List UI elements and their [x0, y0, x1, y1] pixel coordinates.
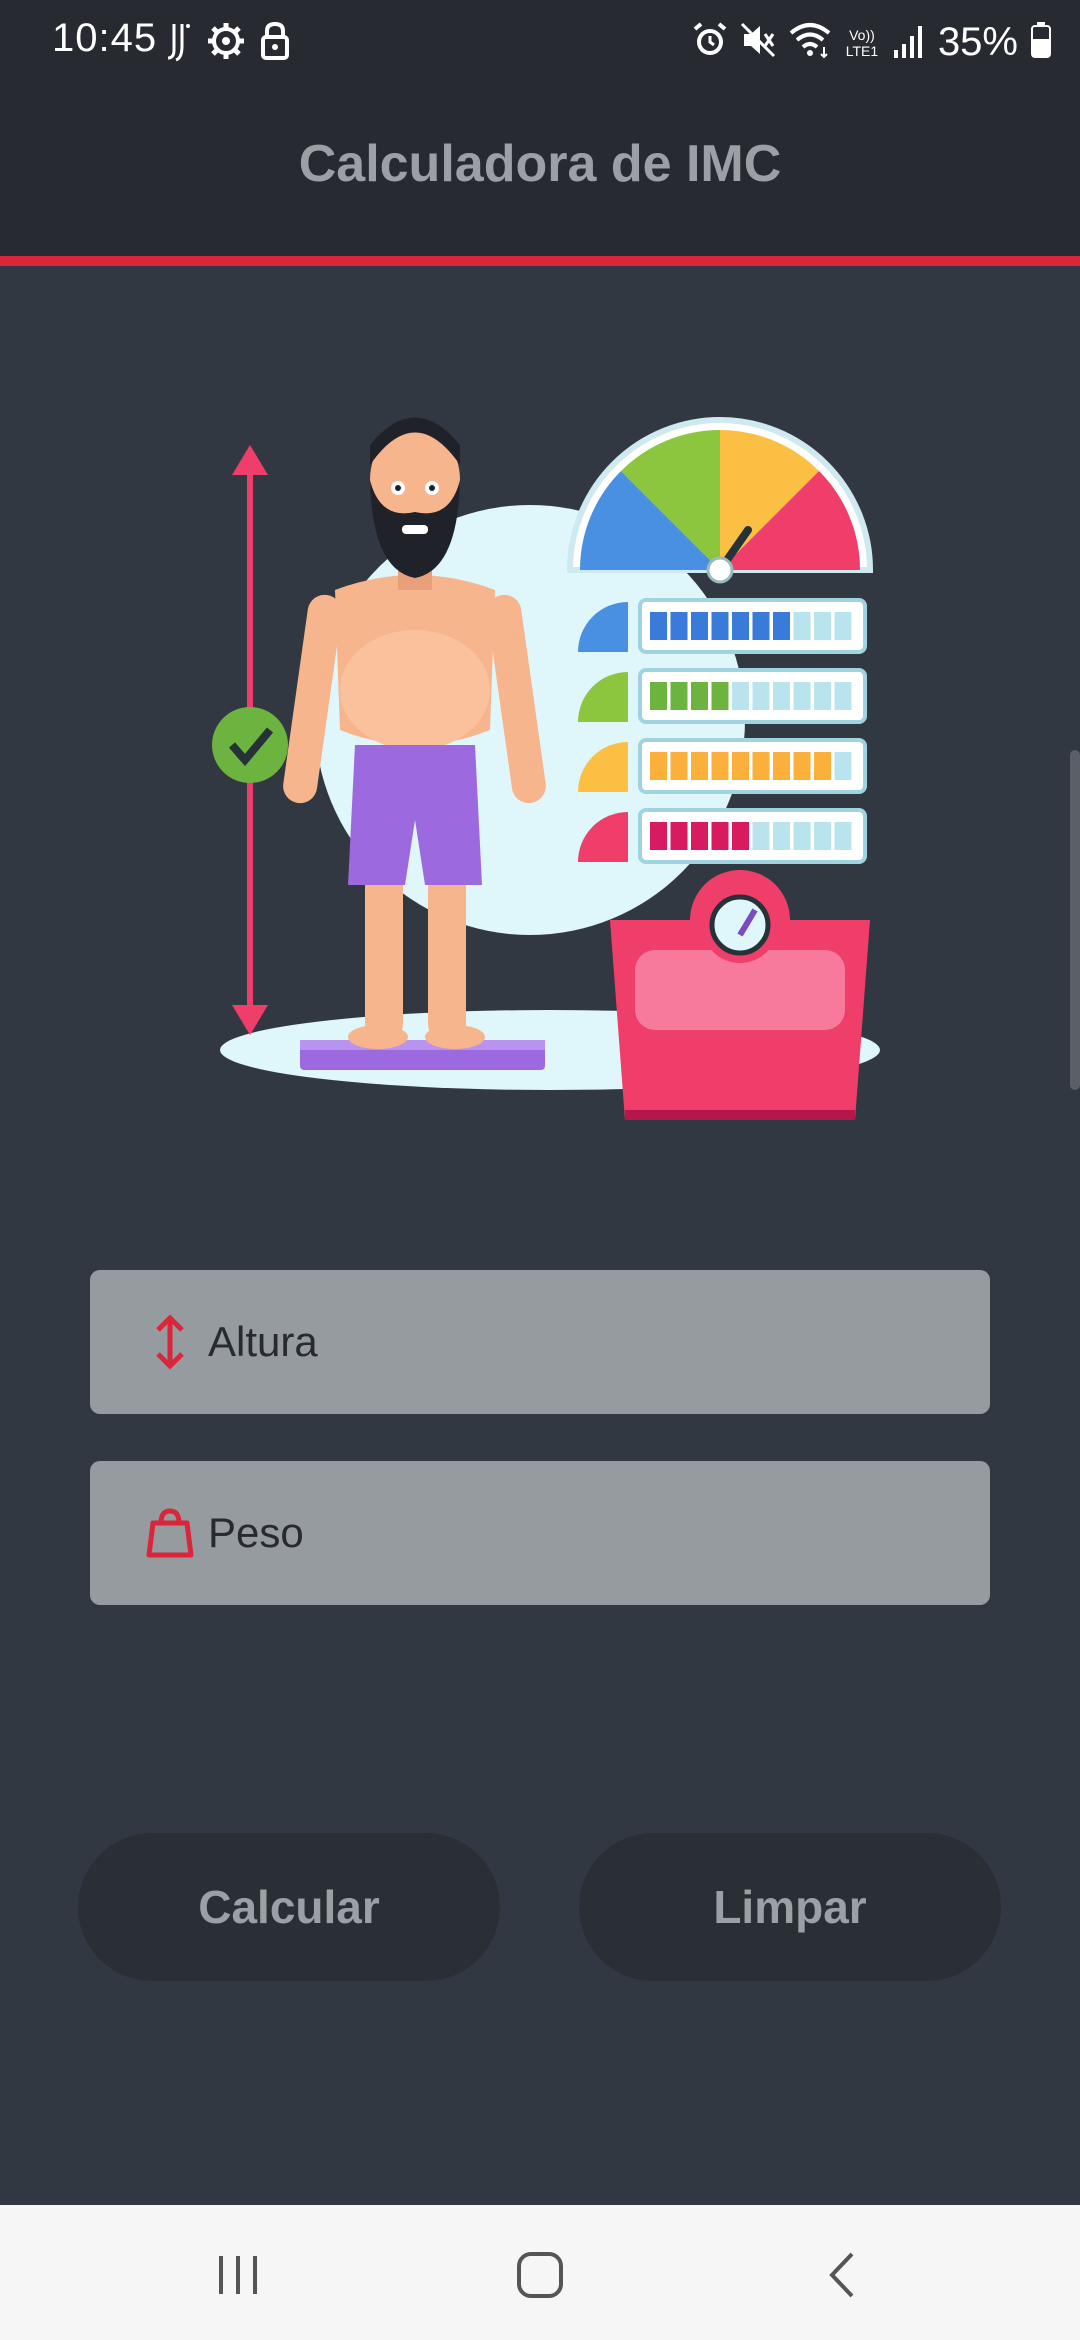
level-bar-cell — [814, 682, 831, 710]
calculate-button[interactable]: Calcular — [78, 1833, 500, 1981]
level-bar-cell — [650, 752, 667, 780]
level-bar-cell — [773, 822, 790, 850]
page-title: Calculadora de IMC — [298, 135, 782, 193]
level-bar-cell — [773, 612, 790, 640]
level-bar-cell — [814, 822, 831, 850]
level-bar-cell — [670, 682, 688, 710]
level-bar-cell — [773, 682, 790, 710]
level-bar-cell — [732, 612, 749, 640]
bmi-illustration — [200, 400, 900, 1124]
level-bar-cell — [691, 682, 708, 710]
scrollbar[interactable] — [1070, 750, 1080, 1090]
level-bar-cell — [691, 612, 708, 640]
status-right-icons: Vo)) LTE1 35% — [692, 20, 1052, 65]
mute-icon — [740, 21, 776, 64]
level-bar-cell — [814, 612, 831, 640]
status-left-icons — [166, 20, 290, 67]
level-bar-cell — [650, 612, 667, 640]
battery-percent: 35% — [937, 20, 1018, 64]
level-bar-cell — [691, 752, 708, 780]
app-bar-accent-line — [0, 256, 1080, 266]
level-bar-cell — [691, 822, 708, 850]
alarm-icon — [692, 21, 728, 64]
level-bar-cell — [711, 682, 729, 710]
vertical-arrows-icon — [140, 1312, 200, 1372]
weight-input[interactable]: Peso — [90, 1461, 990, 1605]
level-bar-cell — [711, 612, 729, 640]
level-bar-cell — [793, 682, 811, 710]
level-bar-cell — [752, 752, 770, 780]
height-placeholder: Altura — [208, 1318, 318, 1365]
level-bar-cell — [834, 822, 852, 850]
level-bar-cell — [670, 612, 688, 640]
level-bar-cell — [732, 682, 749, 710]
screen: 10:45 Vo)) LTE1 35% Calculadora de IMC A… — [0, 0, 1080, 2340]
app-bar: Calculadora de IMC — [0, 84, 1080, 256]
system-nav-bar — [0, 2205, 1080, 2340]
level-bar-cell — [793, 612, 811, 640]
battery-icon — [1030, 21, 1052, 64]
level-bar-cell — [752, 682, 770, 710]
level-bar-cell — [732, 752, 749, 780]
recent-apps-icon[interactable] — [198, 2235, 278, 2315]
level-bar-cell — [711, 752, 729, 780]
settings-gear-icon — [206, 21, 246, 66]
level-bar-cell — [834, 612, 852, 640]
lock-icon — [260, 21, 290, 66]
status-bar: 10:45 Vo)) LTE1 35% — [0, 0, 1080, 84]
height-input[interactable]: Altura — [90, 1270, 990, 1414]
weight-bag-icon — [140, 1503, 200, 1563]
level-bar-cell — [650, 682, 667, 710]
status-time: 10:45 — [52, 16, 158, 60]
level-bar-cell — [670, 822, 688, 850]
level-bar-cell — [773, 752, 790, 780]
level-bar-cell — [793, 752, 811, 780]
level-bar-cell — [732, 822, 749, 850]
level-bar-cell — [711, 822, 729, 850]
home-icon[interactable] — [500, 2235, 580, 2315]
clear-button[interactable]: Limpar — [579, 1833, 1001, 1981]
wifi-icon — [788, 21, 832, 64]
level-bar-cell — [834, 752, 852, 780]
level-bar-cell — [752, 612, 770, 640]
signal-icon — [892, 22, 926, 63]
level-bar-cell — [670, 752, 688, 780]
height-arrow-icon — [212, 445, 288, 1035]
handwriting-icon — [166, 20, 192, 67]
level-bar-cell — [650, 822, 667, 850]
back-icon[interactable] — [802, 2235, 882, 2315]
weight-placeholder: Peso — [208, 1509, 304, 1556]
level-bar-cell — [752, 822, 770, 850]
level-bar-cell — [814, 752, 831, 780]
volte-icon: Vo)) LTE1 — [845, 26, 879, 59]
level-bar-cell — [834, 682, 852, 710]
level-bar-cell — [793, 822, 811, 850]
weight-scale-icon — [610, 870, 870, 1124]
